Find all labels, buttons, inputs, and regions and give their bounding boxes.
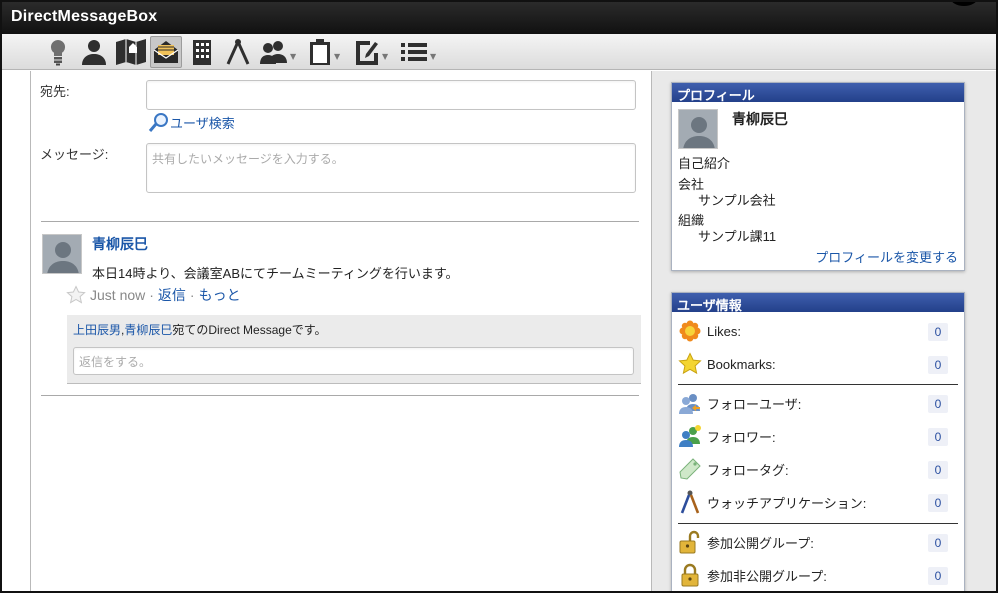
user-info-panel-title: ユーザ情報 (672, 293, 964, 313)
window-title: DirectMessageBox (11, 8, 158, 25)
list-icon[interactable]: ▼ (400, 36, 436, 68)
post-time: Just now (90, 287, 146, 303)
compass-icon[interactable] (225, 36, 251, 68)
post-author-name[interactable]: 青柳辰巳 (92, 234, 148, 254)
user-search-link[interactable]: ユーザ検索 (148, 111, 235, 133)
magnifier-icon (148, 113, 168, 132)
private-group-count[interactable]: 0 (928, 567, 948, 585)
watch-app-row[interactable]: ウォッチアプリケーション: 0 (678, 488, 958, 516)
follow-user-label: フォローユーザ: (707, 396, 802, 412)
clipboard-icon[interactable]: ▼ (308, 36, 340, 68)
map-icon[interactable] (115, 36, 147, 68)
message-textarea[interactable]: 共有したいメッセージを入力する。 (146, 143, 636, 193)
profile-name: 青柳辰巳 (732, 111, 788, 127)
clipboard-menu-caret-icon[interactable]: ▼ (334, 52, 340, 61)
divider (41, 395, 639, 396)
post-meta: Just now · 返信 · もっと (66, 285, 241, 305)
message-label: メッセージ: (40, 147, 109, 162)
users-icon[interactable]: ▼ (260, 36, 296, 68)
likes-count[interactable]: 0 (928, 323, 948, 341)
user-info-panel: ユーザ情報 Likes: 0 Bookmarks: 0 フォローユーザ: 0 フ… (671, 292, 965, 591)
divider (41, 221, 639, 222)
compass-icon (678, 490, 702, 514)
open-lock-icon (678, 530, 702, 554)
edit-profile-link[interactable]: プロフィールを変更する (815, 247, 958, 266)
follow-user-icon (678, 391, 702, 415)
recipients-suffix: 宛てのDirect Messageです。 (172, 323, 327, 337)
edit-pin-icon[interactable]: ▼ (354, 36, 388, 68)
building-icon[interactable] (191, 36, 213, 68)
follower-count[interactable]: 0 (928, 428, 948, 446)
follower-row[interactable]: フォロワー: 0 (678, 422, 958, 450)
org-value: サンプル課11 (698, 229, 777, 244)
follow-user-row[interactable]: フォローユーザ: 0 (678, 389, 958, 417)
follow-user-count[interactable]: 0 (928, 395, 948, 413)
reply-area: 上田辰男,青柳辰巳宛てのDirect Messageです。 返信をする。 (67, 315, 641, 384)
flower-icon (678, 319, 702, 343)
follow-tag-row[interactable]: フォロータグ: 0 (678, 455, 958, 483)
divider (678, 384, 958, 385)
bookmarks-label: Bookmarks: (707, 356, 776, 372)
watch-app-count[interactable]: 0 (928, 494, 948, 512)
company-value: サンプル会社 (698, 193, 776, 208)
public-group-label: 参加公開グループ: (707, 535, 814, 551)
bookmark-star-icon[interactable] (66, 285, 86, 305)
recipient-link[interactable]: 上田辰男 (73, 323, 121, 337)
sidebar: プロフィール 青柳辰巳 自己紹介 会社 サンプル会社 組織 サンプル課11 プロ… (652, 71, 996, 591)
title-bar: DirectMessageBox (2, 2, 996, 34)
private-group-row[interactable]: 参加非公開グループ: 0 (678, 561, 958, 589)
app-window: DirectMessageBox ▼ ▼ ▼ ▼ 宛先: ユーザ検索 メッセージ… (0, 0, 998, 593)
toolbar: ▼ ▼ ▼ ▼ (2, 34, 996, 70)
reply-input[interactable]: 返信をする。 (73, 347, 634, 375)
meta-separator: · (189, 287, 195, 303)
to-input[interactable] (146, 80, 636, 110)
post-author-avatar[interactable] (42, 234, 82, 274)
bookmarks-count[interactable]: 0 (928, 356, 948, 374)
to-label: 宛先: (40, 84, 70, 99)
main-panel: 宛先: ユーザ検索 メッセージ: 共有したいメッセージを入力する。 青柳辰巳 本… (30, 71, 652, 591)
follow-tag-label: フォロータグ: (707, 462, 789, 478)
likes-label: Likes: (707, 323, 741, 339)
follower-icon (678, 424, 702, 448)
profile-avatar[interactable] (678, 109, 718, 149)
more-link[interactable]: もっと (199, 285, 241, 305)
recipients-line: 上田辰男,青柳辰巳宛てのDirect Messageです。 (73, 321, 327, 338)
lightbulb-icon[interactable] (46, 36, 70, 68)
likes-row[interactable]: Likes: 0 (678, 317, 958, 345)
list-menu-caret-icon[interactable]: ▼ (430, 52, 436, 61)
public-group-count[interactable]: 0 (928, 534, 948, 552)
watch-app-label: ウォッチアプリケーション: (707, 495, 867, 511)
private-group-label: 参加非公開グループ: (707, 568, 827, 584)
recipient-link[interactable]: 青柳辰巳 (124, 323, 172, 337)
post-body: 本日14時より、会議室ABにてチームミーティングを行います。 (92, 266, 459, 281)
follower-label: フォロワー: (707, 429, 776, 445)
star-icon (678, 352, 702, 376)
reply-placeholder: 返信をする。 (79, 355, 152, 369)
follow-tag-count[interactable]: 0 (928, 461, 948, 479)
message-placeholder: 共有したいメッセージを入力する。 (152, 152, 344, 166)
user-search-label: ユーザ検索 (170, 115, 235, 131)
profile-panel-title: プロフィール (672, 83, 964, 103)
mail-icon[interactable] (150, 36, 182, 68)
profile-panel: プロフィール 青柳辰巳 自己紹介 会社 サンプル会社 組織 サンプル課11 プロ… (671, 82, 965, 271)
meta-separator: · (149, 287, 154, 303)
divider (678, 523, 958, 524)
users-menu-caret-icon[interactable]: ▼ (290, 52, 296, 61)
title-corner-decoration (950, 2, 978, 6)
bookmarks-row[interactable]: Bookmarks: 0 (678, 350, 958, 378)
lock-icon (678, 563, 702, 587)
intro-label: 自己紹介 (678, 156, 731, 171)
tag-icon (678, 457, 702, 481)
reply-link[interactable]: 返信 (158, 285, 186, 305)
public-group-row[interactable]: 参加公開グループ: 0 (678, 528, 958, 556)
user-icon[interactable] (80, 36, 108, 68)
edit-menu-caret-icon[interactable]: ▼ (382, 52, 388, 61)
